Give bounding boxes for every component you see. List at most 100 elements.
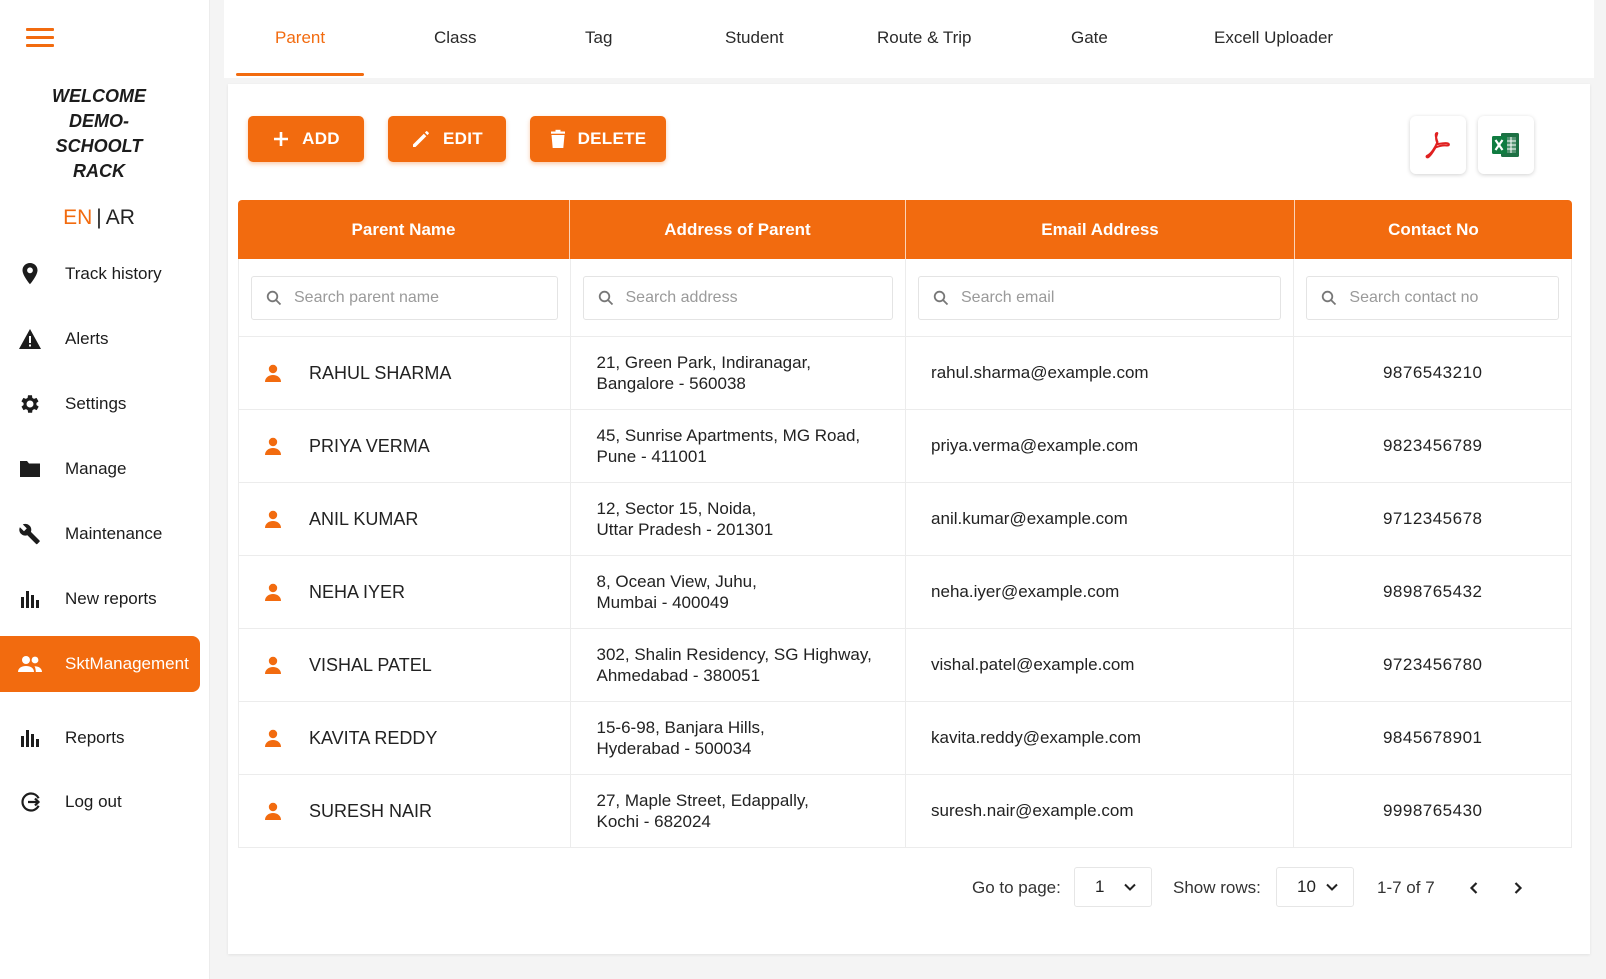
contact-cell: 9823456789 — [1294, 410, 1571, 482]
parent-panel: ADD EDIT DELETE Parent Name Address of P… — [228, 84, 1590, 954]
export-pdf-button[interactable] — [1410, 116, 1466, 174]
search-parent-name-input[interactable] — [294, 288, 527, 307]
show-rows-select[interactable]: 10 — [1276, 867, 1354, 907]
lang-en-link[interactable]: EN — [63, 206, 92, 229]
email-value: anil.kumar@example.com — [931, 509, 1128, 528]
language-switcher: EN | AR — [0, 206, 198, 230]
parent-name: KAVITA REDDY — [309, 727, 438, 748]
contact-cell: 9723456780 — [1294, 629, 1571, 701]
search-address-box — [582, 275, 893, 320]
search-address-input[interactable] — [625, 288, 862, 307]
sidebar-item-maintenance[interactable]: Maintenance — [0, 506, 200, 562]
tab-student[interactable]: Student — [725, 28, 784, 48]
lang-ar-link[interactable]: AR — [106, 206, 135, 229]
sidebar-item-log-out[interactable]: Log out — [0, 774, 200, 830]
next-page-button[interactable] — [1504, 874, 1532, 902]
address-line-2: Hyderabad - 500034 — [596, 739, 752, 758]
hamburger-menu-icon[interactable] — [26, 28, 54, 48]
sidebar-item-label: Manage — [65, 459, 127, 478]
edit-button[interactable]: EDIT — [388, 116, 506, 162]
plus-icon — [274, 132, 289, 146]
prev-page-button[interactable] — [1460, 874, 1488, 902]
goto-page-value: 1 — [1095, 877, 1105, 896]
sidebar-item-label: Log out — [65, 792, 122, 811]
table-row[interactable]: PRIYA VERMA 45, Sunrise Apartments, MG Ro… — [238, 410, 1572, 483]
search-icon — [266, 290, 282, 305]
tab-parent[interactable]: Parent — [275, 28, 325, 48]
export-excel-button[interactable] — [1478, 116, 1534, 174]
add-button[interactable]: ADD — [248, 116, 364, 162]
table-row[interactable]: VISHAL PATEL 302, Shalin Residency, SG Hi… — [238, 629, 1572, 702]
tab-class[interactable]: Class — [434, 28, 477, 48]
tab-gate[interactable]: Gate — [1071, 28, 1108, 48]
contact-cell: 9898765432 — [1294, 556, 1571, 628]
tab-route-trip[interactable]: Route & Trip — [877, 28, 972, 48]
parent-name-cell: NEHA IYER — [239, 556, 571, 628]
parents-table: Parent Name Address of Parent Email Addr… — [238, 200, 1572, 848]
column-header-contact[interactable]: Contact No — [1295, 200, 1572, 259]
sidebar-item-track-history[interactable]: Track history — [0, 246, 200, 302]
table-row[interactable]: RAHUL SHARMA 21, Green Park, Indiranagar,… — [238, 337, 1572, 410]
filter-cell — [906, 259, 1295, 336]
table-row[interactable]: SURESH NAIR 27, Maple Street, Edappally, K… — [238, 775, 1572, 848]
gear-icon — [16, 390, 44, 418]
email-cell: priya.verma@example.com — [906, 410, 1295, 482]
filter-cell — [571, 259, 906, 336]
address-line-1: 8, Ocean View, Juhu, — [596, 572, 757, 591]
delete-button[interactable]: DELETE — [530, 116, 666, 162]
search-contact-box — [1306, 275, 1559, 320]
sidebar-item-label: New reports — [65, 589, 157, 608]
filter-cell — [239, 259, 571, 336]
parent-name-cell: PRIYA VERMA — [239, 410, 571, 482]
sidebar-item-label: SktManagement — [65, 654, 189, 673]
address-cell: 15-6-98, Banjara Hills, Hyderabad - 50003… — [571, 702, 907, 774]
people-icon — [16, 650, 44, 678]
contact-value: 9712345678 — [1382, 509, 1483, 528]
contact-value: 9845678901 — [1382, 728, 1483, 747]
search-email-input[interactable] — [961, 288, 1239, 307]
address-line-2: Kochi - 682024 — [596, 812, 711, 831]
column-header-parent-name[interactable]: Parent Name — [238, 200, 570, 259]
column-header-email[interactable]: Email Address — [906, 200, 1295, 259]
sidebar-item-label: Reports — [65, 728, 125, 747]
contact-cell: 9998765430 — [1294, 775, 1571, 847]
parent-name: RAHUL SHARMA — [309, 362, 452, 383]
sidebar-item-sktmanagement[interactable]: SktManagement — [0, 636, 200, 692]
email-value: kavita.reddy@example.com — [931, 728, 1142, 747]
sidebar-item-reports[interactable]: Reports — [0, 710, 200, 766]
bar-chart-icon — [16, 724, 44, 752]
sidebar-item-new-reports[interactable]: New reports — [0, 571, 200, 627]
person-icon — [265, 583, 281, 601]
sidebar-item-alerts[interactable]: Alerts — [0, 311, 200, 367]
email-value: rahul.sharma@example.com — [931, 363, 1149, 382]
address-cell: 302, Shalin Residency, SG Highway, Ahmeda… — [571, 629, 907, 701]
address-cell: 27, Maple Street, Edappally, Kochi - 6820… — [571, 775, 907, 847]
location-pin-icon — [16, 260, 44, 288]
contact-value: 9723456780 — [1382, 655, 1483, 674]
person-icon — [265, 729, 281, 747]
table-row[interactable]: NEHA IYER 8, Ocean View, Juhu, Mumbai - 40… — [238, 556, 1572, 629]
sidebar-item-manage[interactable]: Manage — [0, 441, 200, 497]
address-line-1: 302, Shalin Residency, SG Highway, — [596, 645, 872, 664]
table-row[interactable]: KAVITA REDDY 15-6-98, Banjara Hills, Hyder… — [238, 702, 1572, 775]
contact-cell: 9845678901 — [1294, 702, 1571, 774]
sidebar-item-settings[interactable]: Settings — [0, 376, 200, 432]
tab-tag[interactable]: Tag — [585, 28, 612, 48]
contact-value: 9823456789 — [1382, 436, 1483, 455]
column-header-address[interactable]: Address of Parent — [570, 200, 906, 259]
goto-page-select[interactable]: 1 — [1074, 867, 1152, 907]
welcome-line: WELCOME — [52, 86, 146, 106]
chevron-down-icon — [1326, 883, 1338, 891]
parent-name: SURESH NAIR — [309, 800, 433, 821]
person-icon — [265, 802, 281, 820]
address-line-2: Mumbai - 400049 — [596, 593, 729, 612]
trash-icon — [550, 129, 565, 148]
tab-excel-uploader[interactable]: Excell Uploader — [1214, 28, 1333, 48]
page-range-text: 1-7 of 7 — [1377, 878, 1435, 897]
email-cell: kavita.reddy@example.com — [906, 702, 1295, 774]
lang-separator: | — [96, 206, 102, 229]
wrench-icon — [16, 520, 44, 548]
table-row[interactable]: ANIL KUMAR 12, Sector 15, Noida, Uttar Pra… — [238, 483, 1572, 556]
email-value: neha.iyer@example.com — [931, 582, 1120, 601]
search-contact-input[interactable] — [1349, 288, 1539, 307]
